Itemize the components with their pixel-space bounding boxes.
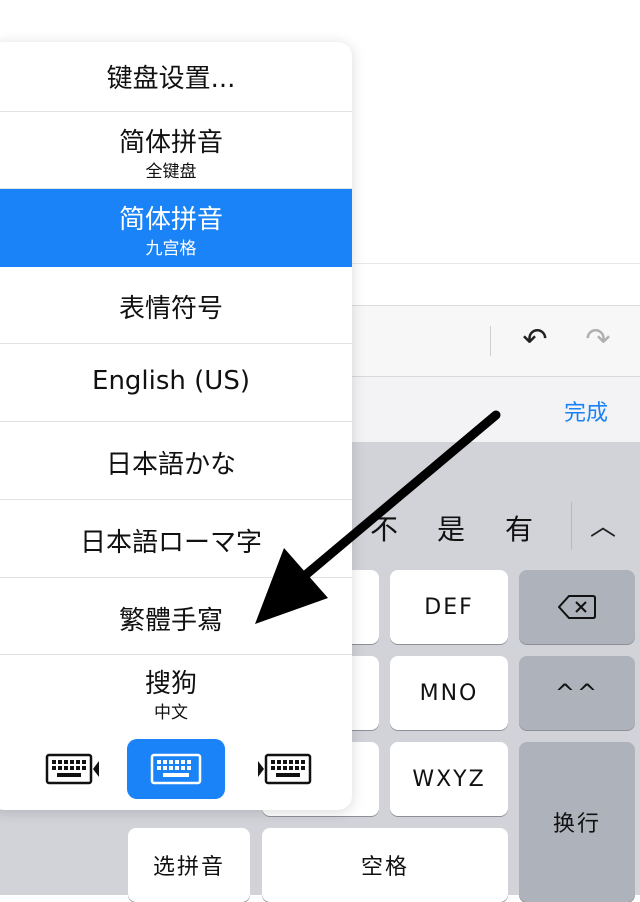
keyboard-left-icon — [45, 753, 99, 785]
candidate-item[interactable]: 是 — [437, 508, 465, 548]
menu-item-label: 简体拼音 — [118, 128, 223, 158]
menu-item-pinyin-9key[interactable]: 简体拼音 九宫格 — [0, 189, 352, 267]
key-def[interactable]: DEF — [390, 570, 508, 644]
menu-item-sogou[interactable]: 搜狗 中文 — [0, 655, 352, 731]
space-key[interactable]: 空格 — [262, 828, 508, 902]
edit-toolbar: ↶ ↷ — [350, 305, 640, 376]
menu-item-label: 表情符号 — [118, 294, 223, 324]
emoticon-key[interactable]: ^^ — [519, 656, 635, 730]
menu-item-pinyin-qwerty[interactable]: 简体拼音 全键盘 — [0, 112, 352, 189]
menu-item-japanese-kana[interactable]: 日本語かな — [0, 422, 352, 500]
menu-item-traditional-handwriting[interactable]: 繁體手寫 — [0, 578, 352, 655]
menu-item-label: 繁體手寫 — [118, 606, 223, 636]
key-wxyz[interactable]: WXYZ — [390, 742, 508, 816]
return-key[interactable]: 换行 — [519, 742, 635, 902]
menu-item-label: 日本語かな — [105, 450, 236, 480]
menu-item-label: 键盘设置... — [106, 64, 236, 94]
menu-item-keyboard-settings[interactable]: 键盘设置... — [0, 42, 352, 112]
menu-item-label: 简体拼音 — [118, 205, 223, 235]
divider — [350, 263, 640, 264]
menu-item-label: 日本語ローマ字 — [79, 528, 262, 558]
keyboard-right-icon — [258, 753, 312, 785]
menu-item-label: English (US) — [92, 366, 250, 396]
keyboard-accessory-bar: 完成 — [350, 376, 640, 443]
done-button[interactable]: 完成 — [564, 395, 608, 427]
menu-item-sublabel: 中文 — [154, 703, 188, 723]
delete-key[interactable] — [519, 570, 635, 644]
key-mno[interactable]: MNO — [390, 656, 508, 730]
menu-item-label: 搜狗 — [144, 669, 197, 699]
candidate-item[interactable]: 不 — [370, 508, 398, 548]
input-method-menu: 键盘设置... 简体拼音 全键盘 简体拼音 九宫格 表情符号 English (… — [0, 42, 352, 810]
keyboard-center-icon — [150, 753, 202, 785]
select-pinyin-key[interactable]: 选拼音 — [128, 828, 250, 902]
redo-icon[interactable]: ↷ — [578, 320, 618, 360]
menu-item-sublabel: 全键盘 — [145, 162, 197, 182]
keyboard-left-button[interactable] — [24, 739, 122, 799]
menu-item-japanese-romaji[interactable]: 日本語ローマ字 — [0, 500, 352, 578]
undo-icon[interactable]: ↶ — [515, 320, 555, 360]
keyboard-center-button[interactable] — [127, 739, 225, 799]
candidate-bar: 不 是 有 ︿ — [350, 500, 640, 562]
chevron-up-icon[interactable]: ︿ — [590, 506, 616, 543]
keyboard-right-button[interactable] — [235, 739, 333, 799]
candidate-item[interactable]: 有 — [505, 508, 533, 548]
menu-item-sublabel: 九宫格 — [145, 239, 197, 259]
backspace-icon — [558, 595, 596, 619]
candidate-separator — [571, 502, 572, 550]
menu-item-english[interactable]: English (US) — [0, 344, 352, 422]
toolbar-separator — [490, 326, 491, 356]
menu-item-emoji[interactable]: 表情符号 — [0, 266, 352, 344]
